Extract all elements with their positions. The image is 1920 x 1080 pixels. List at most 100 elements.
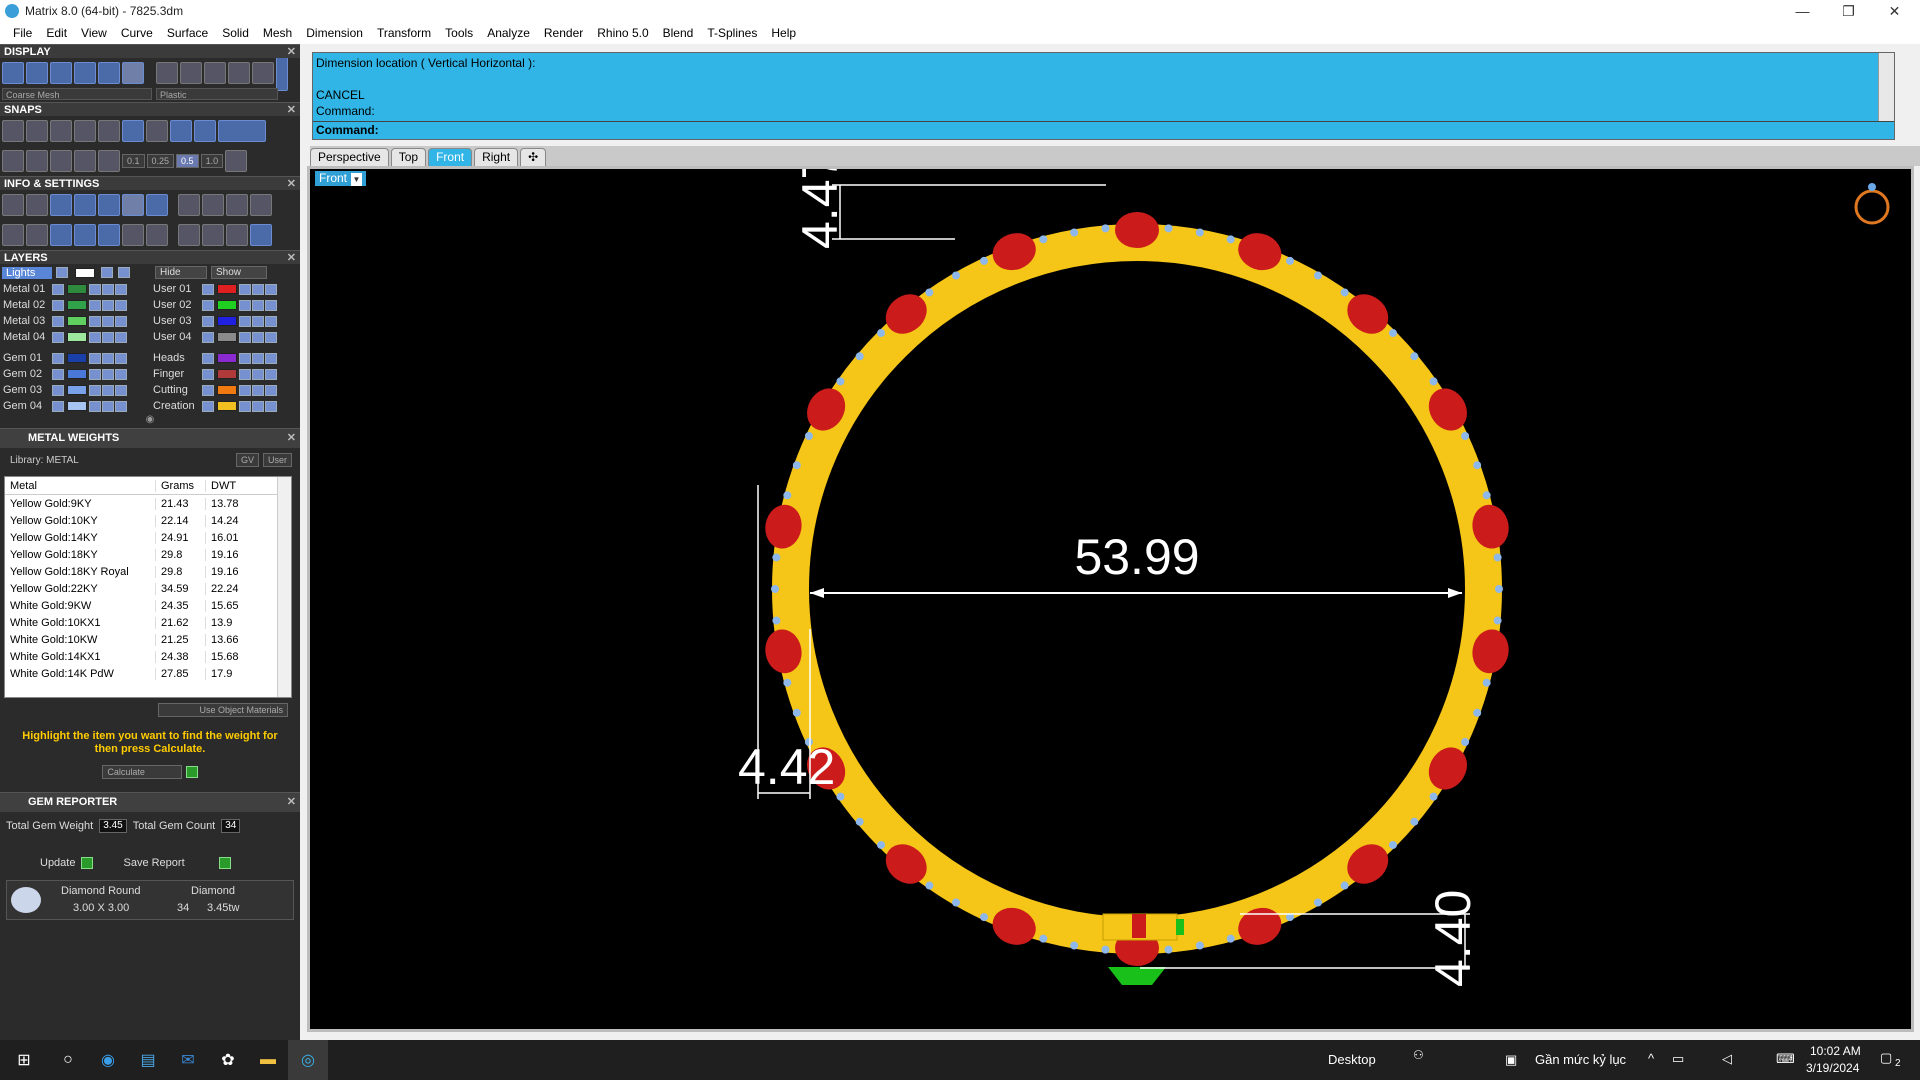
close-icon[interactable]: ✕	[287, 429, 296, 447]
update-button[interactable]: Update	[40, 857, 75, 869]
layer-row[interactable]: Finger	[150, 366, 300, 382]
save-report-button[interactable]: Save Report	[123, 857, 184, 869]
gv-button[interactable]: GV	[235, 453, 259, 467]
table-row[interactable]: Yellow Gold:9KY 21.43 13.78	[5, 495, 291, 512]
zoom-icon[interactable]	[26, 194, 48, 216]
sphere-material-2-icon[interactable]	[180, 62, 202, 84]
layer-row[interactable]: Cutting	[150, 382, 300, 398]
close-icon[interactable]: ✕	[287, 177, 296, 191]
layer-row[interactable]: Metal 02	[0, 297, 150, 313]
menu-file[interactable]: File	[6, 26, 39, 40]
menu-solid[interactable]: Solid	[215, 26, 256, 40]
menu-edit[interactable]: Edit	[39, 26, 74, 40]
store-icon[interactable]: ▤	[128, 1040, 168, 1080]
snap-circle-icon[interactable]	[146, 120, 168, 142]
camera-icon[interactable]	[202, 194, 224, 216]
menu-help[interactable]: Help	[764, 26, 803, 40]
snap-end-icon[interactable]	[2, 120, 24, 142]
table-row[interactable]: White Gold:14KX1 24.38 15.68	[5, 648, 291, 665]
mail-icon[interactable]: ✉	[168, 1040, 208, 1080]
settings-icon[interactable]	[2, 194, 24, 216]
menu-analyze[interactable]: Analyze	[480, 26, 537, 40]
snapshot-icon[interactable]	[178, 194, 200, 216]
layer-row[interactable]: Heads	[150, 350, 300, 366]
windows-start-icon[interactable]: ⊞	[0, 1040, 48, 1080]
save-go-icon[interactable]	[218, 857, 231, 869]
snap-value-3[interactable]: 1.0	[200, 154, 224, 168]
menu-render[interactable]: Render	[537, 26, 590, 40]
col-dwt[interactable]: DWT	[205, 479, 275, 492]
nodes-icon[interactable]	[122, 224, 144, 246]
osnap-icon[interactable]	[74, 150, 96, 172]
layer-color[interactable]	[75, 267, 95, 278]
search-icon[interactable]: ○	[48, 1040, 88, 1080]
clock-date[interactable]: 3/19/2024	[1806, 1061, 1859, 1075]
chevron-up-icon[interactable]: ^	[1648, 1051, 1654, 1066]
shaded-icon[interactable]	[50, 62, 72, 84]
folder-icon[interactable]: ▬	[248, 1040, 288, 1080]
layer-row[interactable]: Gem 04	[0, 398, 150, 414]
layer-row[interactable]: Creation	[150, 398, 300, 414]
tab-right[interactable]: Right	[474, 148, 519, 166]
table-scrollbar[interactable]	[277, 477, 291, 697]
display-more-icon[interactable]	[276, 55, 288, 91]
box-icon[interactable]	[26, 224, 48, 246]
news-icon[interactable]: ▣	[1505, 1052, 1517, 1068]
network-icon[interactable]: ▭	[1672, 1051, 1684, 1067]
menu-rhino[interactable]: Rhino 5.0	[590, 26, 655, 40]
analysis-icon[interactable]	[178, 224, 200, 246]
viewport-label[interactable]: Front ▼	[315, 171, 367, 186]
app-icon[interactable]: ✿	[208, 1040, 248, 1080]
close-button[interactable]: ✕	[1872, 0, 1917, 22]
table-row[interactable]: Yellow Gold:22KY 34.59 22.24	[5, 580, 291, 597]
table-row[interactable]: White Gold:10KW 21.25 13.66	[5, 631, 291, 648]
show-button[interactable]: Show	[211, 266, 267, 279]
layer-row[interactable]: User 02	[150, 297, 300, 313]
menu-mesh[interactable]: Mesh	[256, 26, 299, 40]
close-icon[interactable]: ✕	[287, 103, 296, 117]
menu-blend[interactable]: Blend	[656, 26, 701, 40]
menu-curve[interactable]: Curve	[114, 26, 160, 40]
layer-row[interactable]: Gem 02	[0, 366, 150, 382]
menu-view[interactable]: View	[74, 26, 114, 40]
layer-row[interactable]: User 03	[150, 313, 300, 329]
volume-icon[interactable]: ◁	[1722, 1051, 1732, 1067]
layer-row[interactable]: User 04	[150, 329, 300, 345]
menu-tsplines[interactable]: T-Splines	[700, 26, 764, 40]
use-object-materials-checkbox[interactable]: Use Object Materials	[158, 703, 288, 717]
wireframe-icon[interactable]	[2, 62, 24, 84]
layer-row[interactable]: Metal 04	[0, 329, 150, 345]
grid-icon[interactable]	[2, 150, 24, 172]
layer-row[interactable]: User 01	[150, 281, 300, 297]
snap-toggle-icon[interactable]	[218, 120, 266, 142]
lights-layer[interactable]: Lights	[2, 266, 52, 279]
maximize-button[interactable]: ❐	[1826, 0, 1871, 22]
snap-point-icon[interactable]	[50, 120, 72, 142]
layer-row[interactable]: Gem 03	[0, 382, 150, 398]
layer-row[interactable]: Gem 01	[0, 350, 150, 366]
cube-icon[interactable]	[146, 194, 168, 216]
front-viewport[interactable]: 53.99 4.47 4.42 4.40 Front ▼	[307, 166, 1914, 1032]
prism-icon[interactable]	[74, 224, 96, 246]
command-scrollbar[interactable]	[1878, 53, 1894, 121]
col-metal[interactable]: Metal	[5, 480, 155, 492]
analysis2-icon[interactable]	[202, 224, 224, 246]
camera3-icon[interactable]	[250, 194, 272, 216]
snap-value-0[interactable]: 0.1	[122, 154, 145, 168]
matrix-app-icon[interactable]: ◎	[288, 1040, 328, 1080]
command-input[interactable]: Command:	[313, 121, 1894, 139]
update-go-icon[interactable]	[81, 857, 94, 869]
calculate-button[interactable]: Calculate	[102, 765, 183, 779]
table-row[interactable]: Yellow Gold:10KY 22.14 14.24	[5, 512, 291, 529]
display-settings-icon[interactable]	[122, 62, 144, 84]
sphere-material-3-icon[interactable]	[204, 62, 226, 84]
planar-icon[interactable]	[50, 150, 72, 172]
close-icon[interactable]: ✕	[287, 793, 296, 811]
table-row[interactable]: Yellow Gold:18KY 29.8 19.16	[5, 546, 291, 563]
table-icon[interactable]	[2, 224, 24, 246]
snap-grid-icon[interactable]	[225, 150, 248, 172]
calculate-go-icon[interactable]	[185, 765, 198, 778]
sphere-material-4-icon[interactable]	[228, 62, 250, 84]
menu-transform[interactable]: Transform	[370, 26, 438, 40]
snap-value-1[interactable]: 0.25	[146, 154, 175, 168]
